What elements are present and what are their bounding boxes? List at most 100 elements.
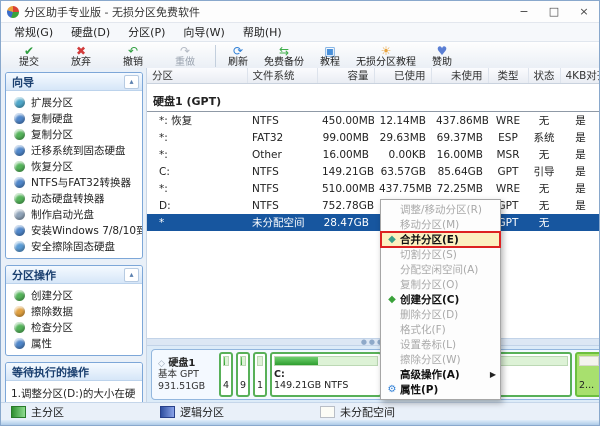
- sidebar-wizard-item[interactable]: 迁移系统到固态硬盘: [6, 142, 142, 158]
- cell-status: 无: [528, 146, 560, 163]
- column-header-capacity[interactable]: 容量: [317, 68, 374, 84]
- sidebar-wizard-item[interactable]: 安装Windows 7/8/10到移...: [6, 222, 142, 238]
- partition-row[interactable]: *: NTFS 510.00MB 437.75MB 72.25MB WRE 无 …: [147, 180, 600, 197]
- sidebar-wizard-item[interactable]: 动态硬盘转换器: [6, 190, 142, 206]
- toolbar-button-icon: ↶: [128, 45, 138, 57]
- context-menu-item[interactable]: ⚙ 属性(P): [381, 382, 500, 397]
- toolbar-button[interactable]: ♥ 赞助: [424, 42, 460, 70]
- context-menu-item[interactable]: 移动分区(M): [381, 217, 500, 232]
- partition-block[interactable]: C: 149.21GB NTFS: [270, 352, 382, 397]
- sidebar-wizard-item[interactable]: 安全擦除固态硬盘: [6, 238, 142, 254]
- cell-used: 63.57GB: [374, 163, 431, 180]
- collapse-icon[interactable]: ▴: [124, 75, 139, 89]
- cell-partition: D:: [147, 197, 247, 214]
- menu-item[interactable]: 分区(P): [119, 24, 174, 40]
- partition-row[interactable]: *: FAT32 99.00MB 29.63MB 69.37MB ESP 系统 …: [147, 129, 600, 146]
- context-menu-item[interactable]: 复制分区(O): [381, 277, 500, 292]
- partition-block[interactable]: 2...: [575, 352, 600, 397]
- toolbar-button[interactable]: ↶ 撤销: [107, 42, 159, 70]
- wizard-item-icon: [14, 113, 25, 124]
- legend-label: 主分区: [31, 404, 64, 420]
- cell-unused: 16.00MB: [431, 146, 488, 163]
- menu-item[interactable]: 硬盘(D): [62, 24, 119, 40]
- sidebar-operation-item[interactable]: 创建分区: [6, 287, 142, 303]
- sidebar: 向导 ▴ 扩展分区 复制硬盘: [1, 68, 147, 403]
- minimize-button[interactable]: −: [509, 1, 539, 22]
- context-menu-item[interactable]: 设置卷标(L): [381, 337, 500, 352]
- wizard-item-icon: [14, 145, 25, 156]
- partition-block[interactable]: 4: [219, 352, 233, 397]
- cell-4kb-align: 是: [560, 146, 600, 163]
- disk1-info[interactable]: ◇ 硬盘1 基本 GPT 931.51GB: [154, 352, 216, 397]
- legend-swatch: [11, 406, 26, 418]
- toolbar-button[interactable]: ⇆ 免费备份: [256, 42, 312, 70]
- context-menu-item[interactable]: 删除分区(D): [381, 307, 500, 322]
- cell-filesystem: NTFS: [247, 163, 317, 180]
- sidebar-wizard-item[interactable]: 复制硬盘: [6, 110, 142, 126]
- operation-item-icon: [14, 306, 25, 317]
- legend-label: 逻辑分区: [180, 404, 224, 420]
- sidebar-wizard-item[interactable]: 复制分区: [6, 126, 142, 142]
- usage-strip: [579, 356, 599, 366]
- partition-row[interactable]: C: NTFS 149.21GB 63.57GB 85.64GB GPT 引导 …: [147, 163, 600, 180]
- context-menu-item[interactable]: 分配空闲空间(A): [381, 262, 500, 277]
- app-window: 分区助手专业版 - 无损分区免费软件 − □ × 常规(G) 硬盘(D) 分区(…: [0, 0, 600, 426]
- wizard-item-label: 制作启动光盘: [31, 207, 94, 222]
- menu-item-icon: ⚙: [384, 382, 400, 397]
- sidebar-wizard-item[interactable]: 扩展分区: [6, 94, 142, 110]
- cell-partition: *: 恢复: [147, 112, 247, 130]
- column-header-type[interactable]: 类型: [488, 68, 528, 84]
- menu-item[interactable]: 向导(W): [174, 24, 233, 40]
- cell-type: GPT: [488, 163, 528, 180]
- operation-item-label: 擦除数据: [31, 304, 73, 319]
- partition-row[interactable]: D: NTFS 752.78GB 44.82GB 707.97GB GPT 无 …: [147, 197, 600, 214]
- sidebar-wizard-item[interactable]: NTFS与FAT32转换器: [6, 174, 142, 190]
- toolbar-button[interactable]: ↷ 重做: [159, 42, 211, 70]
- partition-row[interactable]: * 未分配空间 28.47GB 0.00KB 28.47GB GPT 无: [147, 214, 600, 231]
- collapse-icon[interactable]: ▴: [124, 268, 139, 282]
- operations-panel-header[interactable]: 分区操作 ▴: [6, 266, 142, 284]
- toolbar-button[interactable]: ✔ 提交: [3, 42, 55, 70]
- context-menu-item[interactable]: 切割分区(S): [381, 247, 500, 262]
- partition-row[interactable]: *: 恢复 NTFS 450.00MB 12.14MB 437.86MB WRE…: [147, 112, 600, 130]
- context-menu-item[interactable]: 擦除分区(W): [381, 352, 500, 367]
- partition-row[interactable]: *: Other 16.00MB 0.00KB 16.00MB MSR 无 是: [147, 146, 600, 163]
- menu-item[interactable]: 常规(G): [5, 24, 62, 40]
- toolbar-button-icon: ✖: [76, 45, 86, 57]
- sidebar-operation-item[interactable]: 属性: [6, 335, 142, 351]
- close-button[interactable]: ×: [569, 1, 599, 22]
- context-menu-item[interactable]: 高级操作(A) ▶: [381, 367, 500, 382]
- column-header-partition[interactable]: 分区: [147, 68, 247, 84]
- cell-4kb-align: 是: [560, 180, 600, 197]
- sidebar-wizard-item[interactable]: 制作启动光盘: [6, 206, 142, 222]
- cell-filesystem: NTFS: [247, 197, 317, 214]
- menu-item[interactable]: 帮助(H): [234, 24, 291, 40]
- pending-panel-header[interactable]: 等待执行的操作: [6, 363, 142, 381]
- maximize-button[interactable]: □: [539, 1, 569, 22]
- partition-block[interactable]: 9: [236, 352, 250, 397]
- toolbar-button[interactable]: ⟳ 刷新: [220, 42, 256, 70]
- toolbar-button-icon: ▣: [324, 45, 335, 57]
- column-header-status[interactable]: 状态: [528, 68, 560, 84]
- toolbar-button[interactable]: ▣ 教程: [312, 42, 348, 70]
- column-header-used[interactable]: 已使用: [374, 68, 431, 84]
- sidebar-operation-item[interactable]: 检查分区: [6, 319, 142, 335]
- cell-4kb-align: 是: [560, 163, 600, 180]
- context-menu-item[interactable]: 调整/移动分区(R): [381, 202, 500, 217]
- cell-unused: 69.37MB: [431, 129, 488, 146]
- column-header-filesystem[interactable]: 文件系统: [247, 68, 317, 84]
- context-menu-item[interactable]: ◆ 合并分区(E): [381, 232, 500, 247]
- toolbar-button[interactable]: ☀ 无损分区教程: [348, 42, 424, 70]
- cell-unused: 85.64GB: [431, 163, 488, 180]
- sidebar-operation-item[interactable]: 擦除数据: [6, 303, 142, 319]
- toolbar-button[interactable]: ✖ 放弃: [55, 42, 107, 70]
- cell-capacity: 16.00MB: [317, 146, 374, 163]
- sidebar-wizard-item[interactable]: 恢复分区: [6, 158, 142, 174]
- column-header-4kb-align[interactable]: 4KB对齐: [560, 68, 600, 84]
- column-header-unused[interactable]: 未使用: [431, 68, 488, 84]
- splitter-handle[interactable]: ●●●: [147, 338, 599, 346]
- context-menu-item[interactable]: ◆ 创建分区(C): [381, 292, 500, 307]
- wizard-panel-header[interactable]: 向导 ▴: [6, 73, 142, 91]
- partition-block[interactable]: 1: [253, 352, 267, 397]
- context-menu-item[interactable]: 格式化(F): [381, 322, 500, 337]
